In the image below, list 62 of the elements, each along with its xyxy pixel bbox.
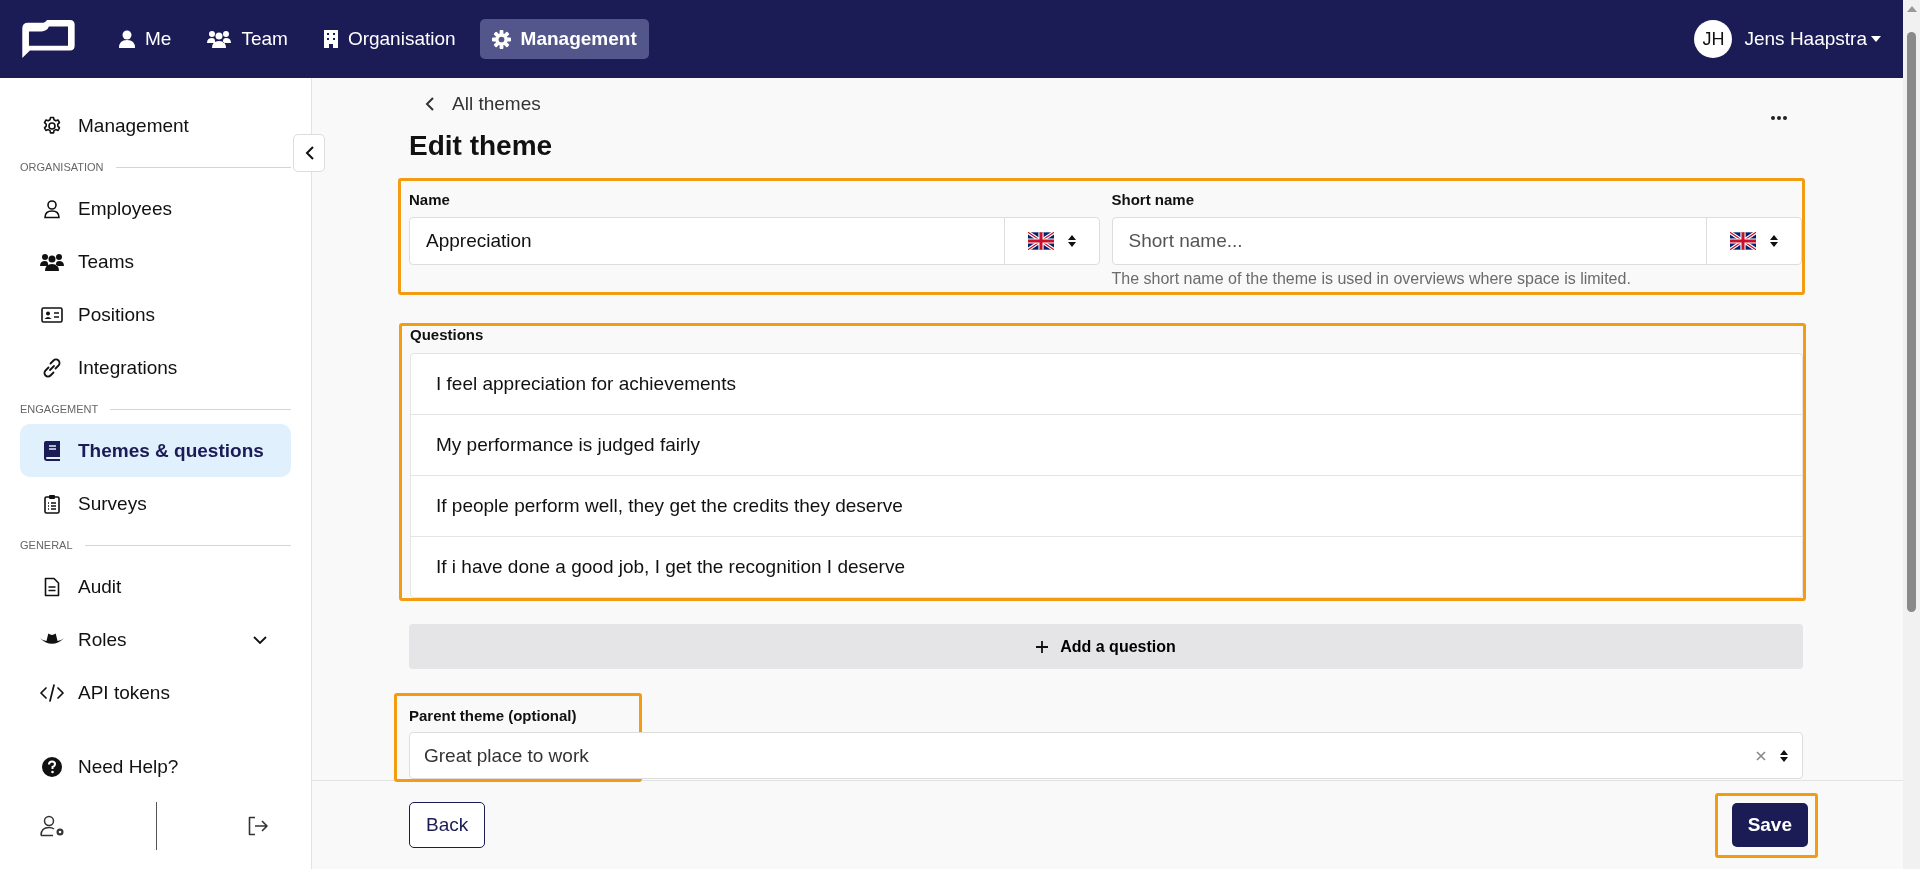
collapse-button[interactable]	[293, 134, 325, 172]
nav-tab[interactable]: Team	[195, 19, 300, 59]
caret-icon	[1871, 36, 1881, 42]
help-link[interactable]: Need Help?	[20, 740, 291, 793]
nav-tab[interactable]: Management	[479, 19, 649, 59]
nav-tab[interactable]: Me	[107, 19, 184, 59]
id-card-icon	[40, 306, 64, 323]
plus-icon	[1036, 640, 1049, 653]
sidebar-item[interactable]: Surveys	[20, 477, 291, 530]
flag-icon	[1730, 232, 1756, 250]
sidebar-item[interactable]: Audit	[20, 560, 291, 613]
short-name-field[interactable]: Short name...	[1111, 217, 1802, 265]
sidebar-item[interactable]: API tokens	[20, 666, 291, 719]
field-label: Parent theme (optional)	[409, 707, 578, 724]
user-menu[interactable]: JH Jens Haapstra	[1694, 20, 1881, 58]
building-icon	[323, 30, 338, 48]
add-question-button[interactable]: Add a question	[409, 624, 1803, 669]
user-name: Jens Haapstra	[1744, 28, 1867, 50]
sort-icon	[1780, 749, 1788, 762]
back-link[interactable]: All themes	[409, 90, 541, 118]
chevron-icon	[304, 146, 314, 160]
name-field[interactable]: Appreciation	[409, 217, 1100, 265]
question-item[interactable]: If i have done a good job, I get the recognition I deserve	[411, 537, 1802, 597]
field-hint: The short name of the theme is used in overviews where space is limited.	[1111, 270, 1632, 288]
parent-theme-select[interactable]: Great place to work	[409, 732, 1803, 779]
sort-icon	[1067, 235, 1076, 247]
code-icon	[40, 683, 64, 702]
sidebar-item[interactable]: Management	[20, 99, 291, 152]
user-avatar: JH	[1694, 20, 1733, 58]
question-item[interactable]: If people perform well, they get the credits they deserve	[411, 476, 1802, 537]
section-heading: ENGAGEMENT	[20, 403, 99, 415]
sidebar-item[interactable]: Positions	[20, 288, 291, 341]
question-item[interactable]: I feel appreciation for achievements	[411, 354, 1802, 415]
field-label: Questions	[410, 326, 485, 343]
sort-icon	[1770, 235, 1778, 247]
save-button[interactable]: Save	[1731, 802, 1808, 847]
page-title: Edit theme	[409, 130, 553, 162]
gear-icon	[491, 29, 511, 49]
sidebar-item[interactable]: Teams	[20, 235, 291, 288]
section-heading: ORGANISATION	[20, 161, 104, 173]
sidebar-item[interactable]: Roles	[20, 613, 291, 666]
logo-icon[interactable]	[19, 19, 77, 59]
sidebar-item[interactable]: Employees	[20, 182, 291, 235]
help-icon	[40, 756, 64, 777]
clear-icon[interactable]	[1756, 750, 1766, 761]
flag-icon	[1027, 232, 1054, 250]
section-heading: GENERAL	[20, 539, 73, 551]
nav-tab[interactable]: Organisation	[311, 19, 468, 59]
field-label: Name	[409, 191, 451, 208]
scrollbar[interactable]	[1903, 0, 1920, 869]
field-label: Short name	[1111, 191, 1195, 208]
question-item[interactable]: My performance is judged fairly	[411, 415, 1802, 476]
people-icon	[207, 30, 232, 48]
back-button[interactable]: Back	[409, 802, 486, 848]
person-icon	[119, 30, 135, 48]
more-icon	[1771, 116, 1787, 120]
user-settings-icon[interactable]	[40, 815, 66, 837]
people-icon	[40, 252, 64, 271]
sidebar-item[interactable]: Themes & questions	[20, 424, 291, 477]
chevron-icon	[425, 97, 434, 111]
logout-icon[interactable]	[247, 816, 269, 836]
sidebar-item[interactable]: Integrations	[20, 341, 291, 394]
